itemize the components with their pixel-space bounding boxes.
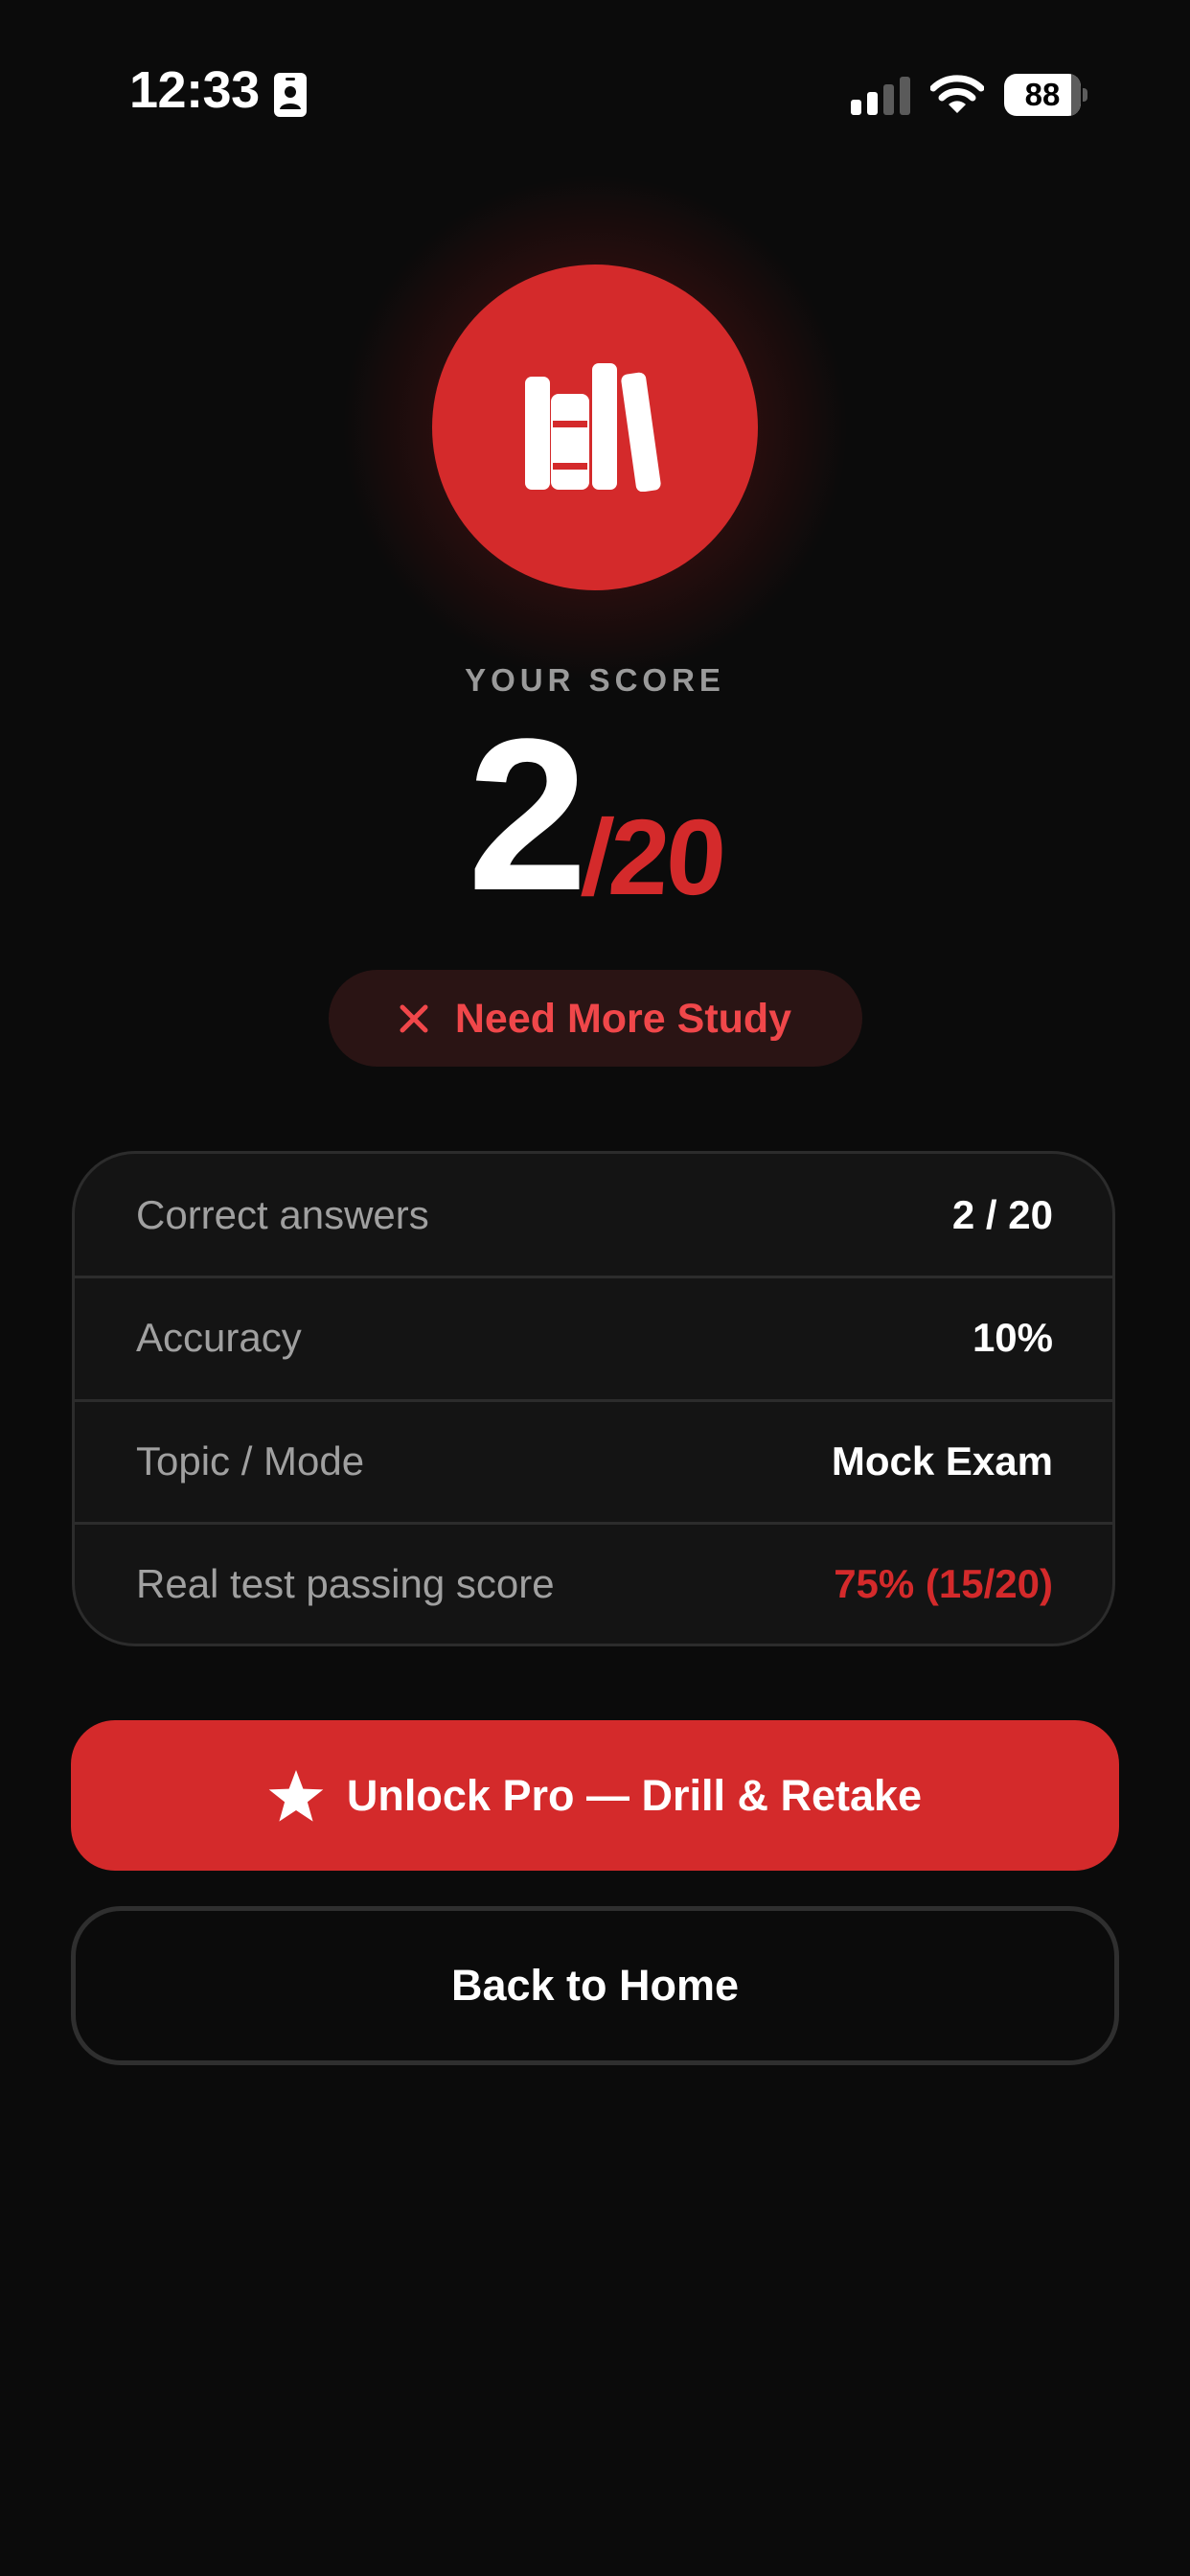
star-icon — [268, 1769, 324, 1822]
stat-row-correct-answers: Correct answers 2 / 20 — [75, 1154, 1112, 1276]
verdict-text: Need More Study — [454, 995, 792, 1042]
stat-row-accuracy: Accuracy 10% — [75, 1276, 1112, 1397]
stat-label: Real test passing score — [136, 1561, 555, 1606]
stat-label: Correct answers — [136, 1191, 429, 1237]
battery-level: 88 — [1024, 77, 1061, 112]
stat-value: 10% — [972, 1315, 1053, 1360]
stat-value: Mock Exam — [831, 1438, 1053, 1484]
score-value: 2 — [467, 693, 588, 935]
battery-indicator: 88 — [1004, 74, 1087, 116]
status-time: 12:33 — [129, 61, 260, 119]
books-icon — [525, 363, 661, 492]
stat-label: Topic / Mode — [136, 1438, 365, 1484]
stat-label: Accuracy — [136, 1315, 302, 1360]
wifi-icon — [930, 75, 984, 113]
back-to-home-button[interactable]: Back to Home — [71, 1906, 1119, 2065]
close-icon — [400, 1004, 428, 1032]
score-total: /20 — [578, 797, 727, 917]
battery-icon: 88 — [1004, 74, 1081, 116]
cellular-signal-icon — [851, 77, 910, 115]
stat-value: 75% (15/20) — [834, 1561, 1053, 1606]
score-label: YOUR SCORE — [465, 662, 725, 698]
status-bar: 12:33 88 — [0, 0, 1190, 144]
back-to-home-label: Back to Home — [450, 1961, 740, 2010]
stat-row-topic-mode: Topic / Mode Mock Exam — [75, 1399, 1112, 1521]
score-display: 2 /20 — [0, 693, 1190, 935]
verdict-badge: Need More Study — [329, 970, 862, 1067]
stat-value: 2 / 20 — [951, 1191, 1053, 1237]
unlock-pro-button[interactable]: Unlock Pro — Drill & Retake — [71, 1720, 1119, 1871]
stat-row-passing-score: Real test passing score 75% (15/20) — [75, 1522, 1112, 1644]
result-badge — [432, 264, 758, 590]
id-card-icon — [274, 73, 307, 117]
unlock-pro-label: Unlock Pro — Drill & Retake — [346, 1770, 923, 1820]
stats-card: Correct answers 2 / 20 Accuracy 10% Topi… — [72, 1151, 1115, 1646]
